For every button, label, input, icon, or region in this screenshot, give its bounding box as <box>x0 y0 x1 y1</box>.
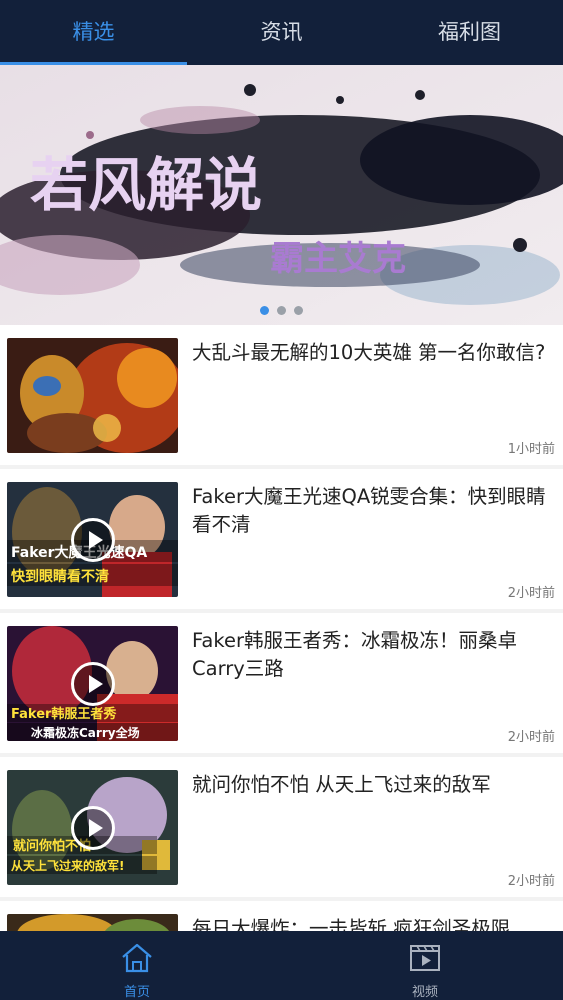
banner-subtitle: 霸主艾克 <box>270 239 406 279</box>
tab-featured[interactable]: 精选 <box>0 0 187 62</box>
tab-news[interactable]: 资讯 <box>188 0 375 62</box>
news-thumbnail: 就问你怕不怕 从天上飞过来的敌军! <box>7 770 178 885</box>
news-title: 就问你怕不怕 从天上飞过来的敌军 <box>192 773 491 796</box>
banner-image: 若风解说 霸主艾克 <box>0 65 563 325</box>
news-list: 大乱斗最无解的10大英雄 第一名你敢信? 1小时前 Faker大魔王光速QA 快… <box>0 325 563 931</box>
news-title: 大乱斗最无解的10大英雄 第一名你敢信? <box>192 341 546 364</box>
nav-video[interactable]: 视频 <box>355 931 495 1000</box>
news-time: 2小时前 <box>507 874 555 889</box>
top-tab-bar: 精选 资讯 福利图 <box>0 0 563 65</box>
svg-text:Faker韩服王者秀: Faker韩服王者秀 <box>11 706 117 722</box>
news-item[interactable]: 大乱斗最无解的10大英雄 第一名你敢信? 1小时前 <box>0 325 563 465</box>
news-thumbnail: Faker韩服王者秀 冰霜极冻Carry全场 <box>7 626 178 741</box>
news-time: 1小时前 <box>507 442 555 457</box>
news-thumbnail <box>7 914 178 931</box>
svg-text:快到眼睛看不清: 快到眼睛看不清 <box>11 568 109 585</box>
news-time: 2小时前 <box>507 586 555 601</box>
bottom-nav-bar: 首页 视频 <box>0 931 563 1000</box>
news-item[interactable]: Faker韩服王者秀 冰霜极冻Carry全场 Faker韩服王者秀：冰霜极冻！丽… <box>0 613 563 753</box>
news-thumbnail <box>7 338 178 453</box>
nav-home[interactable]: 首页 <box>67 931 207 1000</box>
news-item[interactable]: Faker大魔王光速QA 快到眼睛看不清 Faker大魔王光速QA锐雯合集：快到… <box>0 469 563 609</box>
news-time: 2小时前 <box>507 730 555 745</box>
news-item[interactable]: 就问你怕不怕 从天上飞过来的敌军! 就问你怕不怕 从天上飞过来的敌军 2小时前 <box>0 757 563 897</box>
svg-text:冰霜极冻Carry全场: 冰霜极冻Carry全场 <box>31 725 140 740</box>
nav-home-label: 首页 <box>123 985 150 1000</box>
play-icon[interactable] <box>71 806 115 850</box>
home-icon <box>122 943 152 973</box>
video-icon <box>410 945 440 971</box>
carousel-dot[interactable] <box>294 306 303 315</box>
svg-text:从天上飞过来的敌军!: 从天上飞过来的敌军! <box>11 858 124 873</box>
news-title: Faker大魔王光速QA锐雯合集：快到眼睛看不清 <box>192 485 546 536</box>
play-icon[interactable] <box>71 662 115 706</box>
banner-title: 若风解说 <box>30 151 262 219</box>
tab-welfare-images[interactable]: 福利图 <box>376 0 563 62</box>
news-title: Faker韩服王者秀：冰霜极冻！丽桑卓Carry三路 <box>192 629 517 680</box>
carousel-dot[interactable] <box>277 306 286 315</box>
carousel-dot[interactable] <box>260 306 269 315</box>
play-icon[interactable] <box>71 518 115 562</box>
news-title: 每日大爆炸：一击皆斩 疯狂剑圣极限 <box>192 917 511 931</box>
news-item[interactable]: 每日大爆炸：一击皆斩 疯狂剑圣极限 <box>0 901 563 931</box>
carousel-pagination <box>0 304 563 318</box>
banner-carousel[interactable]: 若风解说 霸主艾克 <box>0 65 563 325</box>
nav-video-label: 视频 <box>411 985 438 1000</box>
news-thumbnail: Faker大魔王光速QA 快到眼睛看不清 <box>7 482 178 597</box>
